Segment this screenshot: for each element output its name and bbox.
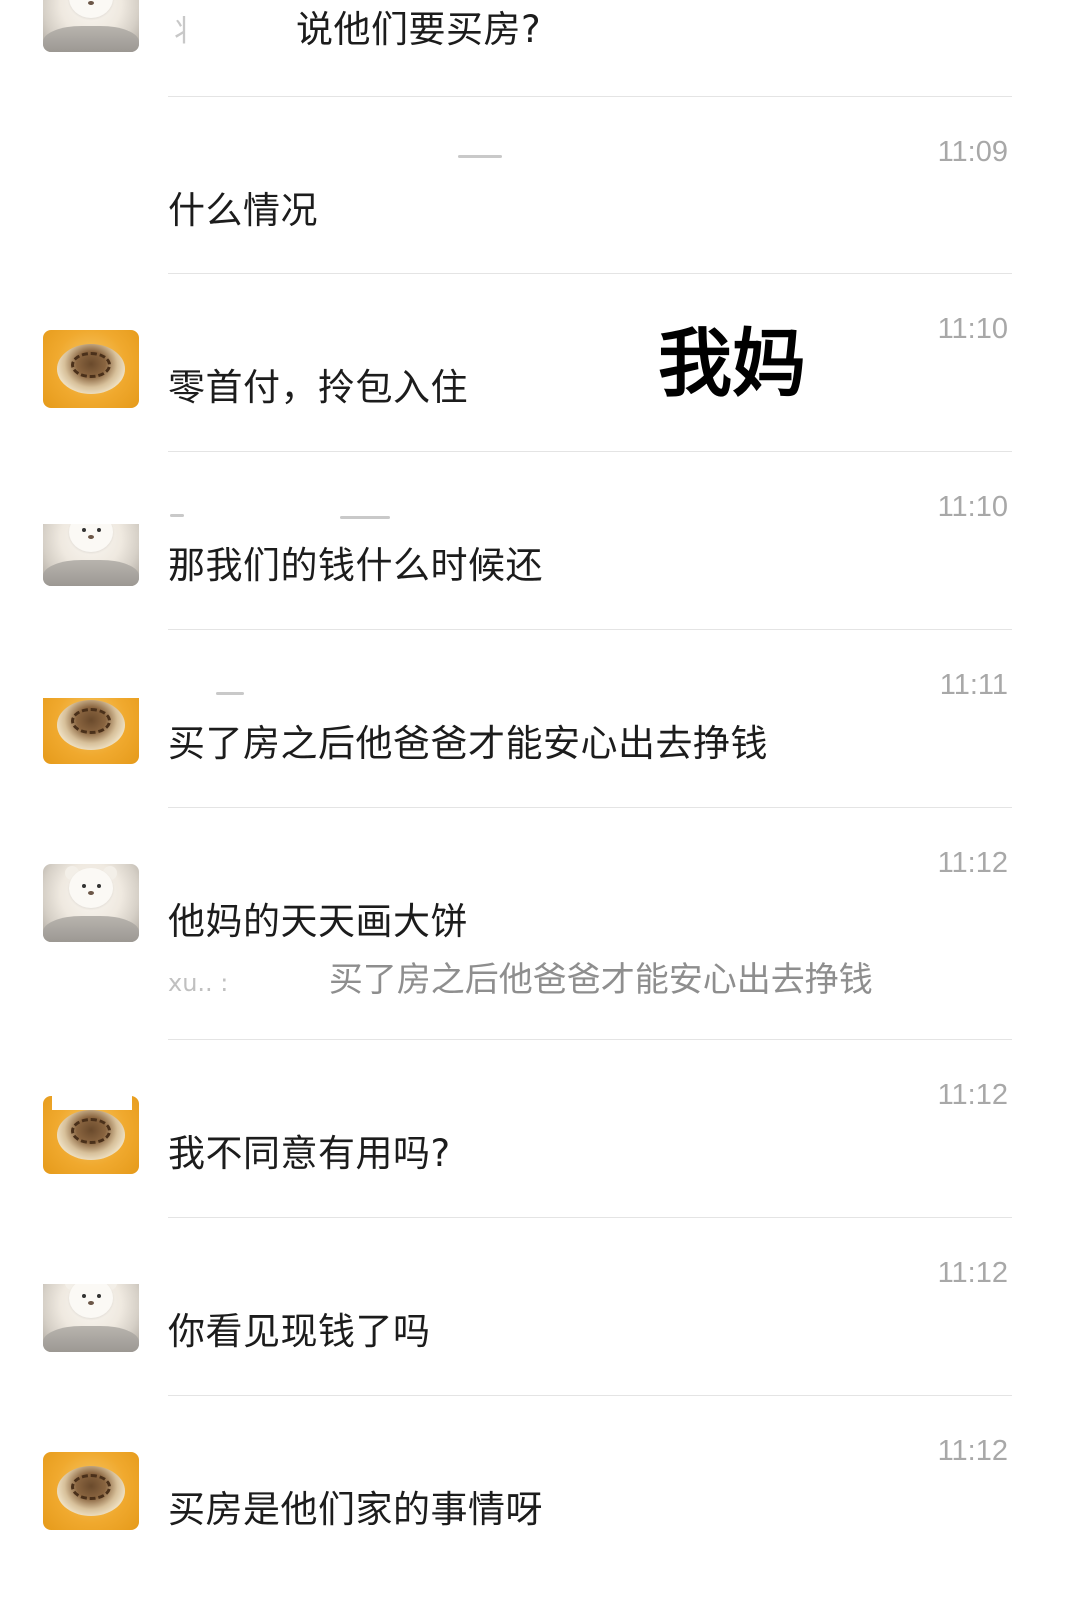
- chat-message-list: 丬 说他们要买房? 11:09 什么情况 11:10 零首付，拎包入住 11:1…: [0, 0, 1080, 1612]
- message-time: 11:09: [937, 136, 1008, 168]
- quoted-text: 买了房之后他爸爸才能安心出去挣钱: [328, 960, 873, 1000]
- avatar[interactable]: [43, 1452, 139, 1530]
- avatar-redaction: [40, 500, 140, 524]
- quoted-message[interactable]: xu.. : 买了房之后他爸爸才能安心出去挣钱: [168, 960, 873, 1003]
- message-time: 11:12: [937, 847, 1008, 879]
- message-text: 什么情况: [168, 189, 318, 232]
- chat-message[interactable]: 11:12 我不同意有用吗?: [0, 1040, 1080, 1218]
- message-text: 零首付，拎包入住: [168, 366, 468, 409]
- avatar-redaction: [40, 1262, 140, 1284]
- message-time: 11:12: [937, 1435, 1008, 1467]
- sender-name-redacted: [340, 516, 390, 519]
- sender-name-redacted: [170, 514, 184, 517]
- chat-message[interactable]: 丬 说他们要买房?: [0, 0, 1080, 96]
- message-time: 11:11: [939, 669, 1008, 701]
- chat-message[interactable]: 11:11 买了房之后他爸爸才能安心出去挣钱: [0, 630, 1080, 808]
- chat-message[interactable]: 11:10 零首付，拎包入住: [0, 274, 1080, 452]
- message-time: 11:12: [937, 1079, 1008, 1111]
- chat-message[interactable]: 11:10 那我们的钱什么时候还: [0, 452, 1080, 630]
- sender-name-redacted: [458, 155, 502, 158]
- avatar-redaction: [40, 678, 140, 698]
- chat-message[interactable]: 11:12 你看见现钱了吗: [0, 1218, 1080, 1396]
- message-time: 11:10: [937, 313, 1008, 345]
- message-time: 11:10: [937, 491, 1008, 523]
- chat-message[interactable]: 11:12 买房是他们家的事情呀: [0, 1396, 1080, 1612]
- message-text: 他妈的天天画大饼: [168, 900, 468, 943]
- message-text: 我不同意有用吗?: [168, 1132, 451, 1175]
- overlay-annotation: 我妈: [658, 321, 806, 407]
- sender-name-redacted: [216, 692, 244, 695]
- avatar[interactable]: [43, 1274, 139, 1352]
- message-text: 那我们的钱什么时候还: [168, 544, 543, 587]
- quoted-sender: xu.. :: [168, 969, 229, 997]
- message-text: 买了房之后他爸爸才能安心出去挣钱: [168, 722, 768, 765]
- avatar[interactable]: [43, 864, 139, 942]
- chat-message[interactable]: 11:09 什么情况: [0, 97, 1080, 274]
- message-text: 说他们要买房?: [296, 8, 542, 51]
- chat-message[interactable]: 11:12 他妈的天天画大饼 xu.. : 买了房之后他爸爸才能安心出去挣钱: [0, 808, 1080, 1040]
- message-text: 你看见现钱了吗: [168, 1310, 431, 1353]
- avatar-redaction: [52, 1092, 132, 1110]
- avatar[interactable]: [43, 0, 139, 52]
- avatar[interactable]: [43, 330, 139, 408]
- message-text: 买房是他们家的事情呀: [168, 1488, 543, 1531]
- message-time: 11:12: [937, 1257, 1008, 1289]
- message-name-prefix: 丬: [168, 14, 199, 49]
